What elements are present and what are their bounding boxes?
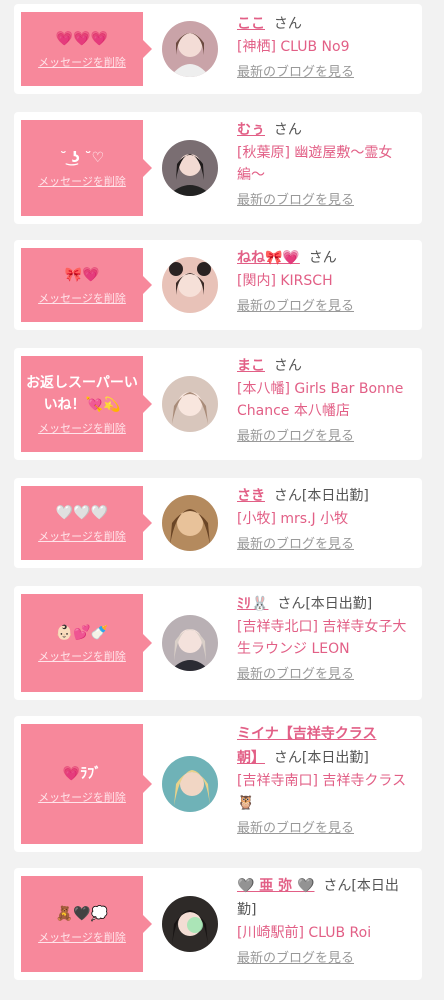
delete-message-link[interactable]: メッセージを削除 <box>38 929 126 945</box>
cast-info: ここ さん [神栖] CLUB No9 最新のブログを見る <box>237 12 417 84</box>
message-text: お返しスーパーいいね！💘💫 <box>26 375 138 413</box>
blog-link[interactable]: 最新のブログを見る <box>237 190 354 212</box>
delete-message-link[interactable]: メッセージを削除 <box>38 420 126 436</box>
name-suffix: さん <box>308 250 337 266</box>
cast-name[interactable]: ここ <box>237 16 265 32</box>
message-text: 💗ﾗﾌﾞ <box>62 766 102 782</box>
delete-message-link[interactable]: メッセージを削除 <box>38 648 126 664</box>
blog-link[interactable]: 最新のブログを見る <box>237 818 354 840</box>
cast-name[interactable]: むぅ <box>237 122 265 138</box>
delete-message-link[interactable]: メッセージを削除 <box>38 290 126 306</box>
blog-link[interactable]: 最新のブログを見る <box>237 426 354 448</box>
blog-link[interactable]: 最新のブログを見る <box>237 534 354 556</box>
cast-name[interactable]: 🩶 亜 弥 🩶 <box>237 878 315 894</box>
list-item: 💗ﾗﾌﾞ メッセージを削除 ミイナ【吉祥寺クラス朝】 さん[本日出勤] [吉祥寺… <box>14 716 422 852</box>
message-list: 💗💗💗 メッセージを削除 ここ さん [神栖] CLUB No9 最新のブログを… <box>0 0 444 1000</box>
message-bubble: 🧸🖤💭 メッセージを削除 <box>21 876 152 972</box>
name-suffix: さん[本日出勤] <box>273 750 369 766</box>
cast-info: むぅ さん [秋葉原] 幽遊屋敷〜霊女編〜 最新のブログを見る <box>237 118 417 212</box>
message-bubble: 💗ﾗﾌﾞ メッセージを削除 <box>21 724 152 844</box>
message-bubble: 💗💗💗 メッセージを削除 <box>21 12 152 86</box>
blog-link[interactable]: 最新のブログを見る <box>237 664 354 686</box>
avatar[interactable] <box>162 21 218 77</box>
avatar[interactable] <box>162 495 218 551</box>
name-suffix: さん <box>273 122 302 138</box>
delete-message-link[interactable]: メッセージを削除 <box>38 789 126 805</box>
cast-info: 🩶 亜 弥 🩶 さん[本日出勤] [川崎駅前] CLUB Roi 最新のブログを… <box>237 874 417 970</box>
avatar[interactable] <box>162 615 218 671</box>
message-bubble: 🎀💗 メッセージを削除 <box>21 248 152 322</box>
shop-name[interactable]: [小牧] mrs.J 小牧 <box>237 508 417 530</box>
message-bubble: 🤍🤍🤍 メッセージを削除 <box>21 486 152 560</box>
list-item: 🤍🤍🤍 メッセージを削除 さき さん[本日出勤] [小牧] mrs.J 小牧 最… <box>14 478 422 568</box>
delete-message-link[interactable]: メッセージを削除 <box>38 528 126 544</box>
avatar[interactable] <box>162 140 218 196</box>
cast-name[interactable]: さき <box>237 488 265 504</box>
cast-info: さき さん[本日出勤] [小牧] mrs.J 小牧 最新のブログを見る <box>237 484 417 556</box>
message-text: 👶🏻💕🍼 <box>55 625 109 641</box>
list-item: 👶🏻💕🍼 メッセージを削除 ﾐﾘ🐰 さん[本日出勤] [吉祥寺北口] 吉祥寺女子… <box>14 586 422 700</box>
cast-info: ﾐﾘ🐰 さん[本日出勤] [吉祥寺北口] 吉祥寺女子大生ラウンジ LEON 最新… <box>237 592 417 686</box>
avatar[interactable] <box>162 756 218 812</box>
message-text: 💗💗💗 <box>55 31 109 47</box>
message-text: 🧸🖤💭 <box>55 906 109 922</box>
name-suffix: さん <box>273 358 302 374</box>
shop-name[interactable]: [本八幡] Girls Bar Bonne Chance 本八幡店 <box>237 378 417 422</box>
avatar[interactable] <box>162 896 218 952</box>
message-bubble: 👶🏻💕🍼 メッセージを削除 <box>21 594 152 692</box>
blog-link[interactable]: 最新のブログを見る <box>237 62 354 84</box>
name-suffix: さん <box>273 16 302 32</box>
message-bubble: お返しスーパーいいね！💘💫 メッセージを削除 <box>21 356 152 452</box>
list-item: お返しスーパーいいね！💘💫 メッセージを削除 まこ さん [本八幡] Girls… <box>14 348 422 460</box>
delete-message-link[interactable]: メッセージを削除 <box>38 54 126 70</box>
shop-name[interactable]: [川崎駅前] CLUB Roi <box>237 922 417 944</box>
delete-message-link[interactable]: メッセージを削除 <box>38 173 126 189</box>
cast-info: まこ さん [本八幡] Girls Bar Bonne Chance 本八幡店 … <box>237 354 417 448</box>
blog-link[interactable]: 最新のブログを見る <box>237 296 354 318</box>
cast-info: ミイナ【吉祥寺クラス朝】 さん[本日出勤] [吉祥寺南口] 吉祥寺クラス🦉 最新… <box>237 722 417 840</box>
shop-name[interactable]: [吉祥寺南口] 吉祥寺クラス🦉 <box>237 770 417 814</box>
shop-name[interactable]: [関内] KIRSCH <box>237 270 417 292</box>
avatar[interactable] <box>162 257 218 313</box>
cast-name[interactable]: ﾐﾘ🐰 <box>237 596 268 612</box>
name-suffix: さん[本日出勤] <box>273 488 369 504</box>
message-bubble: ˘ ͜ʖ ˘♡ メッセージを削除 <box>21 120 152 216</box>
shop-name[interactable]: [秋葉原] 幽遊屋敷〜霊女編〜 <box>237 142 417 186</box>
list-item: ˘ ͜ʖ ˘♡ メッセージを削除 むぅ さん [秋葉原] 幽遊屋敷〜霊女編〜 最… <box>14 112 422 224</box>
name-suffix: さん[本日出勤] <box>277 596 373 612</box>
message-text: ˘ ͜ʖ ˘♡ <box>59 150 105 166</box>
blog-link[interactable]: 最新のブログを見る <box>237 948 354 970</box>
message-text: 🎀💗 <box>64 267 100 283</box>
shop-name[interactable]: [神栖] CLUB No9 <box>237 36 417 58</box>
cast-name[interactable]: まこ <box>237 358 265 374</box>
list-item: 🧸🖤💭 メッセージを削除 🩶 亜 弥 🩶 さん[本日出勤] [川崎駅前] CLU… <box>14 868 422 980</box>
message-text: 🤍🤍🤍 <box>55 505 109 521</box>
shop-name[interactable]: [吉祥寺北口] 吉祥寺女子大生ラウンジ LEON <box>237 616 417 660</box>
list-item: 🎀💗 メッセージを削除 ねね🎀💗 さん [関内] KIRSCH 最新のブログを見… <box>14 240 422 330</box>
list-item: 💗💗💗 メッセージを削除 ここ さん [神栖] CLUB No9 最新のブログを… <box>14 4 422 94</box>
cast-name[interactable]: ねね🎀💗 <box>237 250 300 266</box>
cast-info: ねね🎀💗 さん [関内] KIRSCH 最新のブログを見る <box>237 246 417 318</box>
avatar[interactable] <box>162 376 218 432</box>
